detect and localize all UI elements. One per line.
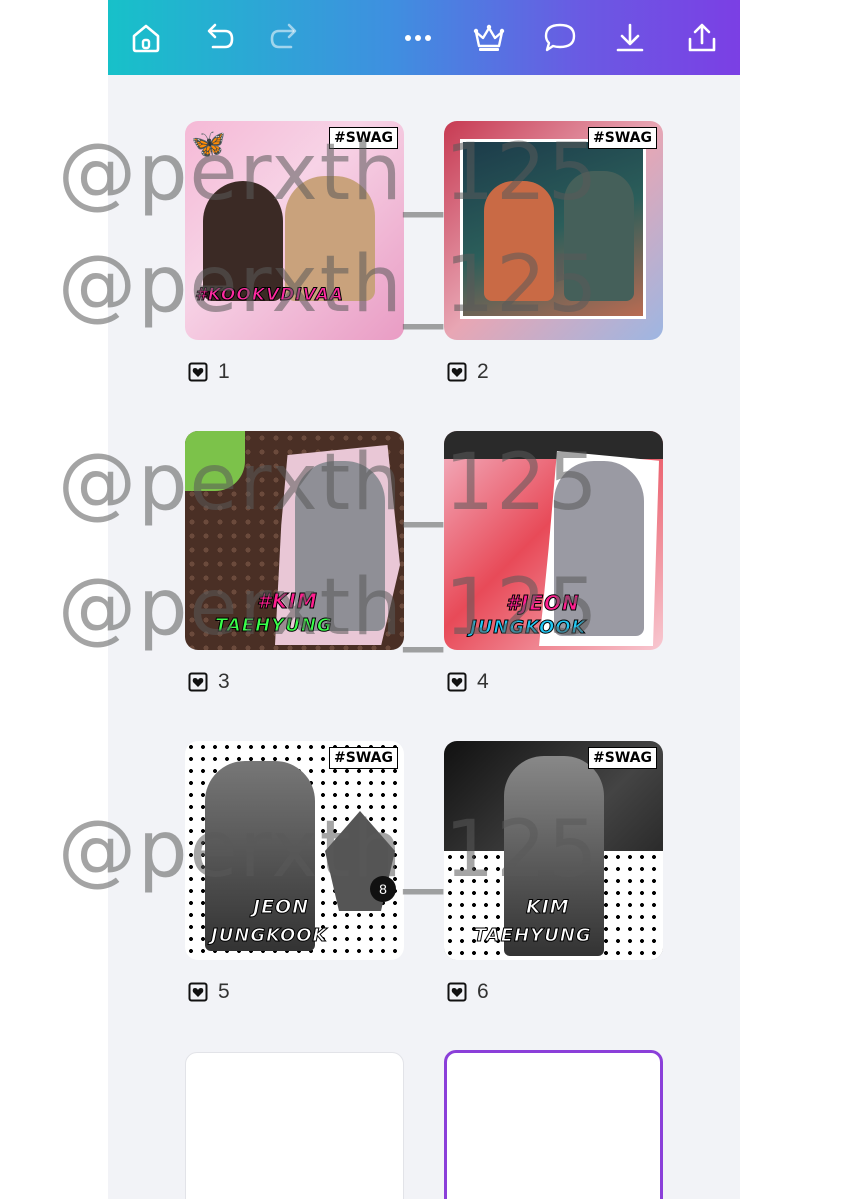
comment-icon (544, 23, 576, 52)
swag-label: #SWAG (329, 127, 398, 149)
top-toolbar (108, 0, 740, 75)
download-icon (616, 23, 644, 52)
page-tag-line2: JUNGKOOK (211, 925, 328, 947)
share-button[interactable] (680, 16, 724, 60)
page-tag-line2: TAEHYUNG (474, 925, 592, 947)
page-label-1: 1 (188, 359, 230, 385)
page-icon (188, 982, 208, 1002)
page-number: 1 (218, 360, 230, 383)
page-number: 4 (477, 670, 489, 693)
page-thumbnail-6[interactable]: #SWAG KIM TAEHYUNG (444, 741, 663, 960)
page-tag-line2: TAEHYUNG (215, 615, 333, 637)
page-tag: #KOOKVDIVAA (195, 285, 344, 306)
clover-sticker (185, 431, 245, 491)
redo-icon (270, 23, 297, 49)
photo-figure (205, 761, 315, 951)
undo-button[interactable] (196, 16, 240, 60)
photo-figure (564, 171, 634, 301)
page-thumbnail-3[interactable]: #KIM TAEHYUNG (185, 431, 404, 650)
share-icon (688, 23, 716, 52)
page-icon (188, 362, 208, 382)
page-label-3: 3 (188, 669, 230, 695)
crown-icon (473, 24, 505, 51)
page-tag-line1: KIM (526, 896, 570, 919)
page-number: 2 (477, 360, 489, 383)
redo-button[interactable] (264, 16, 308, 60)
swag-label: #SWAG (588, 747, 657, 769)
photo-figure (203, 181, 283, 301)
page-label-4: 4 (447, 669, 489, 695)
swag-label: #SWAG (329, 747, 398, 769)
page-icon (447, 982, 467, 1002)
page-label-6: 6 (447, 979, 489, 1005)
page-tag-line1: JEON (252, 896, 310, 919)
page-icon (447, 362, 467, 382)
page-number: 6 (477, 980, 489, 1003)
photo-figure (484, 181, 554, 301)
swag-label: #SWAG (588, 127, 657, 149)
page-number: 3 (218, 670, 230, 693)
page-thumbnail-8-selected[interactable] (444, 1050, 663, 1199)
comment-button[interactable] (538, 16, 582, 60)
page-thumbnail-1[interactable]: 🦋 #SWAG #KOOKVDIVAA (185, 121, 404, 340)
photo-figure (285, 176, 375, 301)
page-tag-line1: #KIM (257, 589, 318, 614)
page-label-2: 2 (447, 359, 489, 385)
eight-ball-icon: 8 (370, 876, 396, 902)
page-thumbnail-2[interactable]: #SWAG (444, 121, 663, 340)
page-thumbnail-7[interactable] (185, 1052, 404, 1199)
undo-icon (207, 23, 234, 49)
home-button[interactable] (124, 16, 168, 60)
home-icon (132, 24, 160, 53)
more-button[interactable] (396, 16, 440, 60)
lace-border (444, 431, 663, 459)
page-thumbnail-4[interactable]: #JEON JUNGKOOK (444, 431, 663, 650)
page-icon (447, 672, 467, 692)
page-thumbnail-5[interactable]: 8 #SWAG JEON JUNGKOOK (185, 741, 404, 960)
page-icon (188, 672, 208, 692)
page-tag-line1: #JEON (506, 591, 580, 616)
more-icon (405, 35, 431, 41)
page-tag-line2: JUNGKOOK (470, 617, 587, 639)
app-screen: 🦋 #SWAG #KOOKVDIVAA 1 #SWAG 2 #KIM TAEHY… (108, 0, 740, 1199)
butterfly-icon: 🦋 (191, 128, 226, 159)
page-number: 5 (218, 980, 230, 1003)
premium-button[interactable] (467, 16, 511, 60)
download-button[interactable] (608, 16, 652, 60)
page-label-5: 5 (188, 979, 230, 1005)
